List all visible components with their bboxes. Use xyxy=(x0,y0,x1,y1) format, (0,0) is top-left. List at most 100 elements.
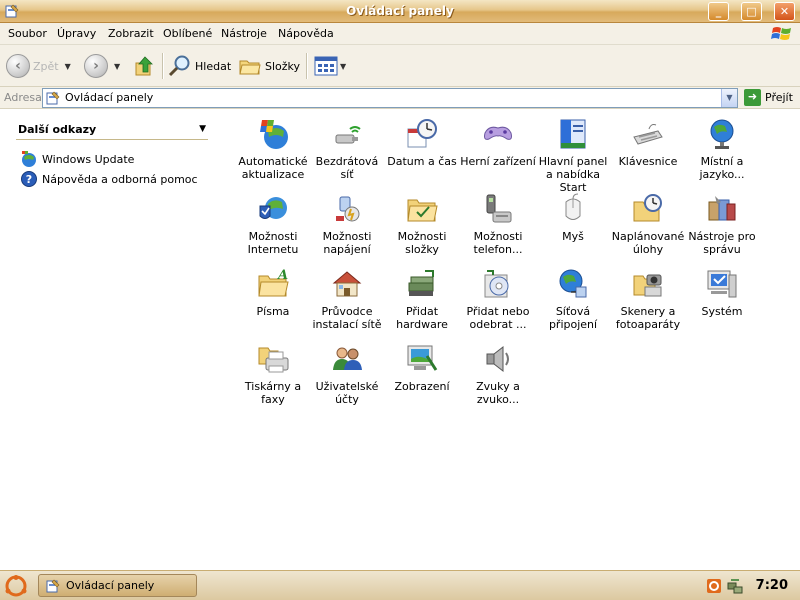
item-display[interactable]: Zobrazení xyxy=(383,340,461,414)
network-tray-icon[interactable] xyxy=(727,578,743,594)
search-button[interactable]: Hledat xyxy=(168,53,231,79)
item-label: Herní zařízení xyxy=(460,155,536,168)
network-wizard-icon xyxy=(332,271,362,297)
control-panel-icon xyxy=(46,579,60,592)
start-button-icon[interactable] xyxy=(5,575,27,597)
item-printers-faxes[interactable]: Tiskárny a faxy xyxy=(234,340,312,414)
users-icon xyxy=(333,347,362,370)
item-label: Myš xyxy=(562,230,584,243)
item-user-accounts[interactable]: Uživatelské účty xyxy=(308,340,386,414)
maximize-button[interactable]: □ xyxy=(741,2,762,21)
item-power-options[interactable]: Možnosti napájení xyxy=(308,190,386,264)
link-windows-update[interactable]: Windows Update xyxy=(20,150,134,168)
folder-up-icon xyxy=(135,56,153,76)
link-label: Nápověda a odborná pomoc xyxy=(42,172,198,186)
menu-upravy[interactable]: Úpravy xyxy=(57,27,96,40)
folders-button[interactable]: Složky xyxy=(238,53,300,79)
item-label: Písma xyxy=(256,305,290,318)
item-scheduled-tasks[interactable]: Naplánované úlohy xyxy=(609,190,687,264)
tray-app-icon[interactable] xyxy=(706,578,722,594)
folder-options-icon xyxy=(407,199,438,222)
link-help-support[interactable]: ? Nápověda a odborná pomoc xyxy=(20,170,198,188)
item-regional-language[interactable]: Místní a jazyko... xyxy=(683,115,761,189)
back-arrow-icon: ‹ xyxy=(6,54,30,78)
item-sounds-audio[interactable]: Zvuky a zvuko... xyxy=(459,340,537,414)
item-label: Datum a čas xyxy=(387,155,457,168)
item-label: Hlavní panel a nabídka Start xyxy=(538,155,608,194)
network-connections-icon xyxy=(559,269,587,298)
item-label: Přidat nebo odebrat ... xyxy=(466,305,530,331)
menu-nastroje[interactable]: Nástroje xyxy=(221,27,267,40)
item-internet-options[interactable]: Možnosti Internetu xyxy=(234,190,312,264)
taskbar-window-button[interactable]: Ovládací panely xyxy=(38,574,197,597)
item-label: Místní a jazyko... xyxy=(699,155,745,181)
item-add-remove-programs[interactable]: Přidat nebo odebrat ... xyxy=(459,265,537,339)
address-input[interactable]: Ovládací panely ▼ xyxy=(42,88,738,108)
power-icon xyxy=(336,196,360,222)
item-wireless-network[interactable]: Bezdrátová síť xyxy=(308,115,386,189)
toolbar-separator xyxy=(162,53,163,79)
up-button[interactable] xyxy=(134,53,156,79)
item-keyboard[interactable]: Klávesnice xyxy=(609,115,687,189)
item-network-setup-wizard[interactable]: Průvodce instalací sítě xyxy=(308,265,386,339)
system-icon xyxy=(707,270,737,298)
address-dropdown-icon[interactable]: ▼ xyxy=(721,89,737,107)
menu-zobrazit[interactable]: Zobrazit xyxy=(108,27,154,40)
menu-soubor[interactable]: Soubor xyxy=(8,27,47,40)
chevron-down-icon[interactable]: ▼ xyxy=(199,124,206,134)
phone-icon xyxy=(486,194,512,223)
printer-icon xyxy=(258,347,289,373)
item-add-hardware[interactable]: Přidat hardware xyxy=(383,265,461,339)
item-automatic-updates[interactable]: Automatické aktualizace xyxy=(234,115,312,189)
folders-label: Složky xyxy=(265,59,301,73)
hardware-icon xyxy=(408,270,434,296)
window-title: Ovládací panely xyxy=(346,4,454,18)
minimize-button[interactable]: _ xyxy=(708,2,729,21)
globe-icon xyxy=(710,119,734,149)
folders-icon xyxy=(239,60,261,75)
back-dropdown-icon[interactable]: ▼ xyxy=(65,62,71,71)
gamepad-icon xyxy=(484,126,512,140)
control-panel-items: Automatické aktualizace Bezdrátová síť D… xyxy=(225,110,800,570)
views-button[interactable]: ▼ xyxy=(314,53,346,79)
views-icon xyxy=(314,56,338,76)
display-icon xyxy=(407,345,438,371)
item-mouse[interactable]: Myš xyxy=(534,190,612,264)
menu-napoveda[interactable]: Nápověda xyxy=(278,27,334,40)
item-label: Možnosti napájení xyxy=(322,230,372,256)
menu-oblibene[interactable]: Oblíbené xyxy=(163,27,212,40)
back-button[interactable]: ‹ Zpět ▼ xyxy=(6,53,71,79)
item-taskbar-start-menu[interactable]: Hlavní panel a nabídka Start xyxy=(534,115,612,194)
item-date-time[interactable]: Datum a čas xyxy=(383,115,461,189)
item-scanners-cameras[interactable]: Skenery a fotoaparáty xyxy=(609,265,687,339)
control-panel-icon xyxy=(46,91,60,105)
item-folder-options[interactable]: Možnosti složky xyxy=(383,190,461,264)
address-bar: Adresa Ovládací panely ▼ ➜ Přejít xyxy=(0,87,800,109)
forward-dropdown-icon[interactable]: ▼ xyxy=(114,62,120,71)
fonts-icon: A xyxy=(258,268,289,297)
mouse-icon xyxy=(565,193,581,220)
internet-icon xyxy=(259,197,287,219)
close-button[interactable]: ✕ xyxy=(774,2,795,21)
item-fonts[interactable]: A Písma xyxy=(234,265,312,339)
windows-logo-icon xyxy=(771,27,791,40)
scheduled-tasks-icon xyxy=(633,194,662,222)
toolbar-separator xyxy=(306,53,307,79)
views-dropdown-icon[interactable]: ▼ xyxy=(340,62,346,71)
go-button[interactable]: ➜ Přejít xyxy=(744,89,793,106)
item-network-connections[interactable]: Síťová připojení xyxy=(534,265,612,339)
taskbar-window-label: Ovládací panely xyxy=(66,579,155,592)
scanner-camera-icon xyxy=(633,274,662,297)
item-phone-modem[interactable]: Možnosti telefon... xyxy=(459,190,537,264)
item-system[interactable]: Systém xyxy=(683,265,761,339)
other-links-header[interactable]: Další odkazy ▼ xyxy=(16,120,208,140)
forward-arrow-icon: › xyxy=(84,54,108,78)
item-label: Nástroje pro správu xyxy=(688,230,756,256)
item-administrative-tools[interactable]: Nástroje pro správu xyxy=(683,190,761,264)
title-bar[interactable]: Ovládací panely _ □ ✕ xyxy=(0,0,800,23)
item-label: Zobrazení xyxy=(394,380,450,393)
forward-button[interactable]: › ▼ xyxy=(84,53,120,79)
item-game-controllers[interactable]: Herní zařízení xyxy=(459,115,537,189)
globe-shield-icon xyxy=(260,120,288,149)
item-label: Uživatelské účty xyxy=(315,380,379,406)
